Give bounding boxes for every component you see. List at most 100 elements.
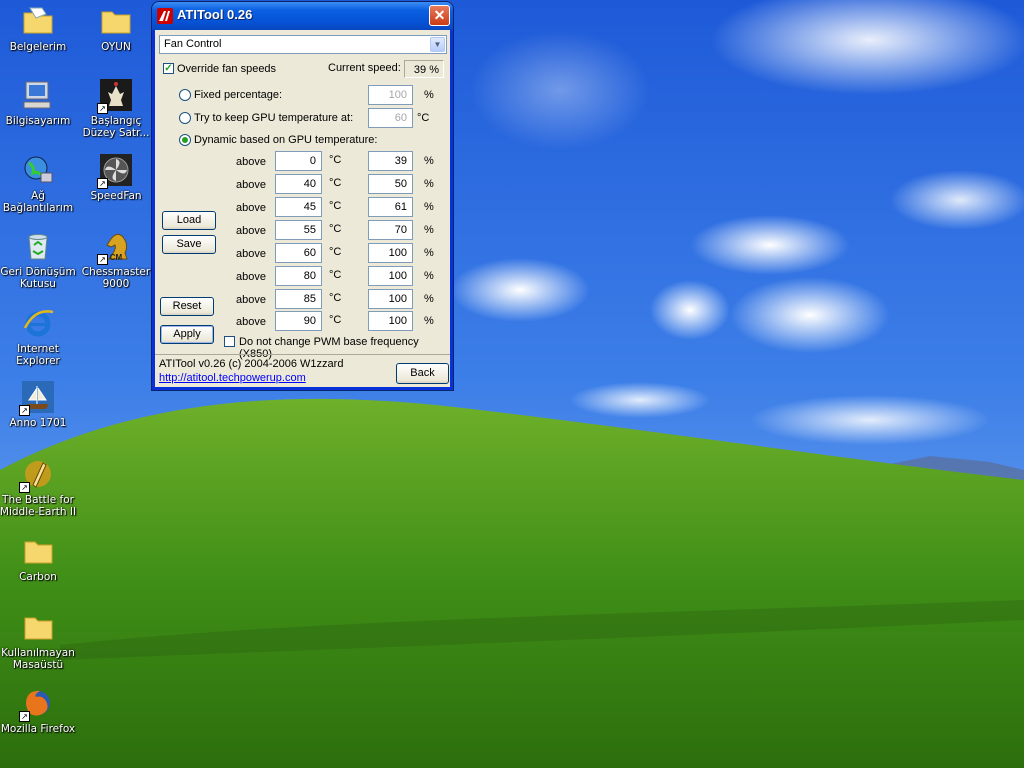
back-button[interactable]: Back: [396, 363, 449, 384]
row-speed-unit: %: [424, 155, 434, 167]
desktop-icon-label: Başlangıç Düzey Satr...: [82, 115, 150, 139]
row-speed-unit: %: [424, 315, 434, 327]
reset-button[interactable]: Reset: [160, 297, 214, 316]
override-fan-label: Override fan speeds: [177, 63, 277, 75]
pwm-checkbox[interactable]: [224, 336, 235, 347]
desktop-icon-label: Geri Dönüşüm Kutusu: [0, 266, 76, 290]
apply-button[interactable]: Apply: [160, 325, 214, 344]
row-speed-input[interactable]: 50: [368, 174, 413, 194]
row-above-label: above: [236, 248, 266, 260]
row-speed-unit: %: [424, 247, 434, 259]
desktop-icon-battle-middle-earth[interactable]: ↗ The Battle for Middle-Earth II: [0, 457, 78, 518]
keep-temperature-label: Try to keep GPU temperature at:: [194, 112, 354, 124]
anno-ship-icon: ↗: [19, 380, 55, 416]
row-speed-input[interactable]: 100: [368, 289, 413, 309]
mode-select-value: Fan Control: [164, 38, 222, 50]
desktop-icon-label: The Battle for Middle-Earth II: [0, 494, 77, 518]
desktop-icon-internet-explorer[interactable]: Internet Explorer: [0, 306, 78, 367]
row-temperature-input[interactable]: 45: [275, 197, 322, 217]
desktop-icon-oyun[interactable]: OYUN: [76, 4, 156, 53]
keep-temperature-radio[interactable]: [179, 112, 191, 124]
folder-icon: [21, 534, 55, 568]
desktop-icon-geri-donusum[interactable]: Geri Dönüşüm Kutusu: [0, 229, 78, 290]
row-temperature-unit: °C: [329, 200, 342, 212]
desktop-icon-chessmaster[interactable]: CM ↗ Chessmaster 9000: [76, 229, 156, 290]
mode-select[interactable]: Fan Control ▼: [159, 35, 447, 54]
svg-text:CM: CM: [110, 253, 123, 262]
row-temperature-input[interactable]: 60: [275, 243, 322, 263]
desktop-icon-label: Kullanılmayan Masaüstü: [1, 647, 75, 671]
row-temperature-input[interactable]: 90: [275, 311, 322, 331]
row-temperature-input[interactable]: 55: [275, 220, 322, 240]
desktop-icon-label: Bilgisayarım: [5, 115, 71, 127]
row-temperature-unit: °C: [329, 223, 342, 235]
row-above-label: above: [236, 225, 266, 237]
network-globe-icon: [21, 153, 55, 187]
footer-divider: [155, 354, 450, 355]
footer-link[interactable]: http://atitool.techpowerup.com: [159, 372, 306, 384]
desktop-icon-speedfan[interactable]: ↗ SpeedFan: [76, 153, 156, 202]
row-speed-input[interactable]: 100: [368, 243, 413, 263]
desktop-icon-label: SpeedFan: [90, 190, 142, 202]
row-speed-input[interactable]: 100: [368, 266, 413, 286]
window-title: ATITool 0.26: [177, 7, 253, 22]
desktop-icon-label: Ağ Bağlantılarım: [2, 190, 74, 214]
desktop-icon-label: Carbon: [19, 571, 57, 583]
desktop-icon-belgelerim[interactable]: Belgelerim: [0, 4, 78, 53]
dynamic-temperature-radio[interactable]: [179, 134, 191, 146]
chevron-down-icon[interactable]: ▼: [430, 37, 445, 52]
folder-icon: [21, 610, 55, 644]
override-fan-checkbox[interactable]: ✓: [163, 63, 174, 74]
internet-explorer-icon: [21, 306, 55, 340]
row-speed-input[interactable]: 100: [368, 311, 413, 331]
row-temperature-unit: °C: [329, 177, 342, 189]
desktop-icon-label: Anno 1701: [9, 417, 67, 429]
row-above-label: above: [236, 156, 266, 168]
row-speed-unit: %: [424, 178, 434, 190]
row-speed-unit: %: [424, 224, 434, 236]
row-temperature-unit: °C: [329, 269, 342, 281]
row-temperature-input[interactable]: 85: [275, 289, 322, 309]
current-speed-value: 39 %: [404, 60, 444, 78]
row-temperature-input[interactable]: 0: [275, 151, 322, 171]
dynamic-temperature-label: Dynamic based on GPU temperature:: [194, 134, 378, 146]
desktop-icon-mozilla-firefox[interactable]: ↗ Mozilla Firefox: [0, 686, 78, 735]
row-temperature-input[interactable]: 40: [275, 174, 322, 194]
desktop-icon-bilgisayarim[interactable]: Bilgisayarım: [0, 78, 78, 127]
desktop-icon-label: Mozilla Firefox: [0, 723, 76, 735]
desktop-icon-label: OYUN: [101, 41, 131, 53]
folder-icon: [99, 4, 133, 38]
firefox-icon: ↗: [19, 686, 55, 722]
keep-temperature-unit: °C: [417, 112, 430, 124]
fixed-percentage-input[interactable]: 100: [368, 85, 413, 105]
documents-folder-icon: [21, 4, 55, 38]
chessmaster-knight-icon: CM ↗: [97, 229, 133, 265]
desktop-icon-carbon[interactable]: Carbon: [0, 534, 78, 583]
ati-logo-icon: [157, 8, 173, 24]
desktop-icon-baslangic[interactable]: ↗ Başlangıç Düzey Satr...: [76, 78, 156, 139]
row-above-label: above: [236, 179, 266, 191]
window-titlebar[interactable]: ATITool 0.26 ✕: [152, 2, 453, 30]
desktop-icon-label: Internet Explorer: [16, 343, 60, 367]
row-above-label: above: [236, 271, 266, 283]
fixed-percentage-radio[interactable]: [179, 89, 191, 101]
battle-middle-earth-icon: ↗: [19, 457, 55, 493]
desktop-icon-kullanilmayan[interactable]: Kullanılmayan Masaüstü: [0, 610, 78, 671]
pwm-label: Do not change PWM base frequency (X850): [239, 336, 419, 360]
desktop-icon-ag-baglantilarim[interactable]: Ağ Bağlantılarım: [0, 153, 78, 214]
row-speed-input[interactable]: 39: [368, 151, 413, 171]
row-speed-input[interactable]: 61: [368, 197, 413, 217]
desktop-icon-label: Belgelerim: [9, 41, 67, 53]
keep-temperature-input[interactable]: 60: [368, 108, 413, 128]
desktop-icon-anno-1701[interactable]: ↗ Anno 1701: [0, 380, 78, 429]
save-button[interactable]: Save: [162, 235, 216, 254]
row-above-label: above: [236, 202, 266, 214]
row-speed-unit: %: [424, 270, 434, 282]
row-speed-unit: %: [424, 201, 434, 213]
row-speed-input[interactable]: 70: [368, 220, 413, 240]
close-button[interactable]: ✕: [429, 5, 450, 26]
radio-selected-dot: [182, 137, 188, 143]
row-temperature-input[interactable]: 80: [275, 266, 322, 286]
fixed-percentage-unit: %: [424, 89, 434, 101]
load-button[interactable]: Load: [162, 211, 216, 230]
